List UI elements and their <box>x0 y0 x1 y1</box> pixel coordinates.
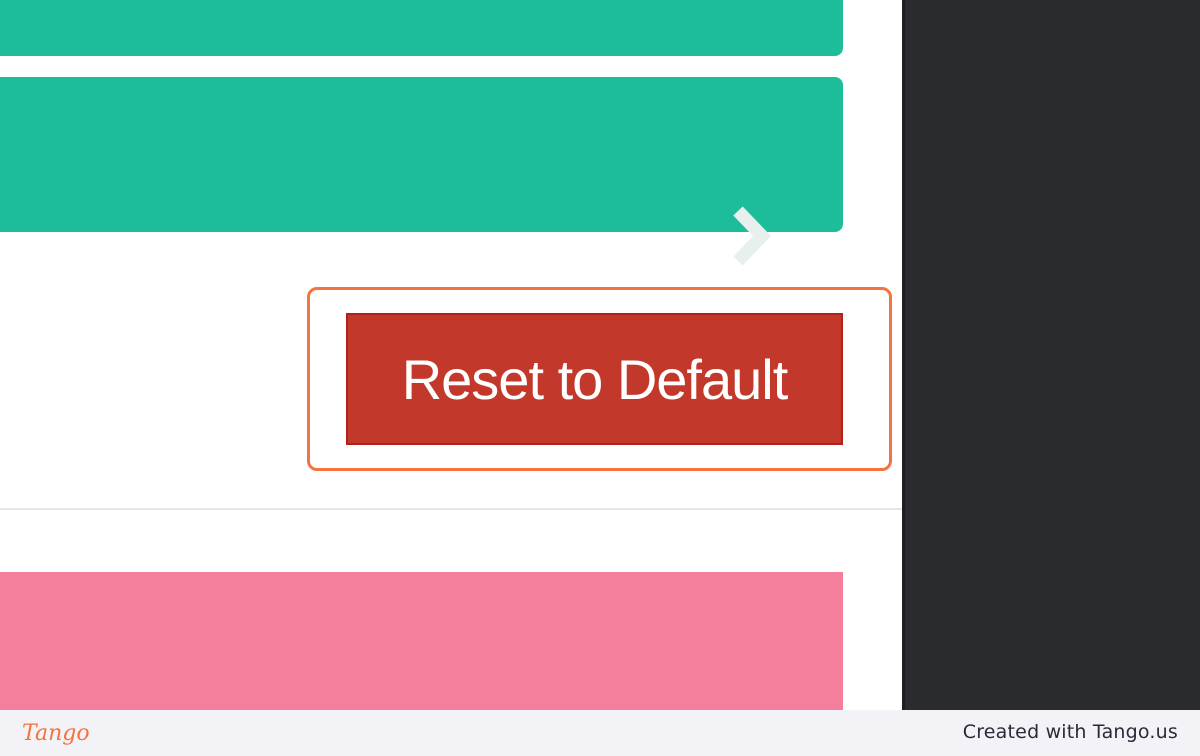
screenshot-frame: Reset to Default <box>0 0 1200 710</box>
chevron-right-icon <box>733 206 772 266</box>
dark-side-panel <box>905 0 1200 710</box>
footer-credit[interactable]: Created with Tango.us <box>963 721 1178 743</box>
pink-panel[interactable] <box>0 572 843 710</box>
accordion-header-previous[interactable] <box>0 0 843 56</box>
accordion-header[interactable] <box>0 77 843 266</box>
tango-logo: Tango <box>22 721 90 746</box>
section-divider <box>0 508 905 510</box>
svg-text:Tango: Tango <box>22 721 90 746</box>
reset-to-default-button[interactable]: Reset to Default <box>346 313 843 445</box>
